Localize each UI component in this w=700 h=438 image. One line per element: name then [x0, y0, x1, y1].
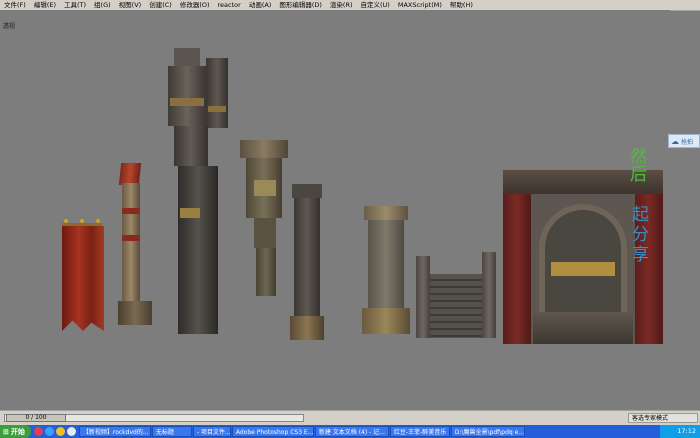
- overlay-char-5: 享: [632, 245, 649, 265]
- side-tab-label: 抢拍: [681, 138, 694, 146]
- menu-item-6[interactable]: 修改器(O): [176, 0, 214, 10]
- windows-taskbar: ⊞ 开始 【新视频】rockdvd的... 无标题 - 项目文件... Adobe P…: [0, 425, 700, 438]
- stone-pedestal[interactable]: [362, 206, 412, 334]
- time-slider-thumb[interactable]: 0 / 100: [6, 414, 66, 422]
- taskbar-window-button[interactable]: 无标题: [151, 426, 192, 437]
- taskbar-window-button[interactable]: 新建 文本文档 (4) - 记...: [314, 426, 389, 437]
- menu-item-4[interactable]: 视图(V): [115, 0, 146, 10]
- stone-hammer-totem[interactable]: [240, 140, 292, 296]
- red-pillar[interactable]: [118, 163, 154, 325]
- dark-stone-column[interactable]: [290, 184, 326, 340]
- taskbar-window-button[interactable]: - 项目文件...: [192, 426, 231, 437]
- menu-item-3[interactable]: 组(G): [90, 0, 115, 10]
- stone-stairs[interactable]: [416, 246, 498, 338]
- menu-item-10[interactable]: 渲染(R): [326, 0, 357, 10]
- start-label: 开始: [10, 427, 25, 436]
- menu-item-8[interactable]: 动画(A): [245, 0, 276, 10]
- menu-item-0[interactable]: 文件(F): [0, 0, 30, 10]
- menu-item-2[interactable]: 工具(T): [60, 0, 90, 10]
- status-mode-text: 客选专家模式: [628, 413, 698, 423]
- timeline-bar: 0 / 100 客选专家模式: [0, 410, 700, 426]
- menu-item-13[interactable]: 帮助(H): [446, 0, 477, 10]
- qq-icon[interactable]: [33, 427, 43, 436]
- overlay-char-4: 分: [632, 225, 649, 245]
- menu-item-11[interactable]: 自定义(U): [357, 0, 394, 10]
- taskbar-window-button[interactable]: 红豆-王菲-醉美音乐: [389, 426, 450, 437]
- quick-launch: [31, 427, 79, 436]
- player-icon[interactable]: [55, 427, 65, 436]
- viewport-perspective[interactable]: 透视 然 后 起 分 享: [0, 10, 670, 410]
- share-icon: ☁: [671, 136, 679, 146]
- taskbar-buttons: 【新视频】rockdvd的... 无标题 - 项目文件... Adobe Photos…: [78, 426, 526, 437]
- start-button[interactable]: ⊞ 开始: [0, 425, 31, 438]
- tall-stone-tower[interactable]: [168, 48, 238, 334]
- menu-item-12[interactable]: MAXScript(M): [394, 0, 446, 10]
- overlay-char-2: 后: [630, 165, 647, 185]
- menu-item-1[interactable]: 编辑(E): [30, 0, 60, 10]
- side-share-tab[interactable]: ☁ 抢拍: [668, 134, 700, 148]
- menu-item-7[interactable]: reactor: [214, 0, 245, 10]
- ie-icon[interactable]: [44, 427, 54, 436]
- system-tray-clock[interactable]: 17:12: [660, 425, 700, 438]
- overlay-char-3: 起: [632, 205, 649, 225]
- menu-item-5[interactable]: 创建(C): [145, 0, 176, 10]
- red-banner[interactable]: [58, 219, 106, 331]
- taskbar-window-button[interactable]: D:\魔兽全景\pdf\pdq e...: [450, 426, 525, 437]
- chrome-icon[interactable]: [66, 427, 76, 436]
- taskbar-window-button[interactable]: 【新视频】rockdvd的...: [78, 426, 151, 437]
- taskbar-window-button[interactable]: Adobe Photoshop CS3 E...: [231, 426, 314, 437]
- windows-logo-icon: ⊞: [3, 427, 9, 436]
- viewport-label[interactable]: 透视: [3, 21, 15, 30]
- menu-item-9[interactable]: 图形编辑器(D): [275, 0, 326, 10]
